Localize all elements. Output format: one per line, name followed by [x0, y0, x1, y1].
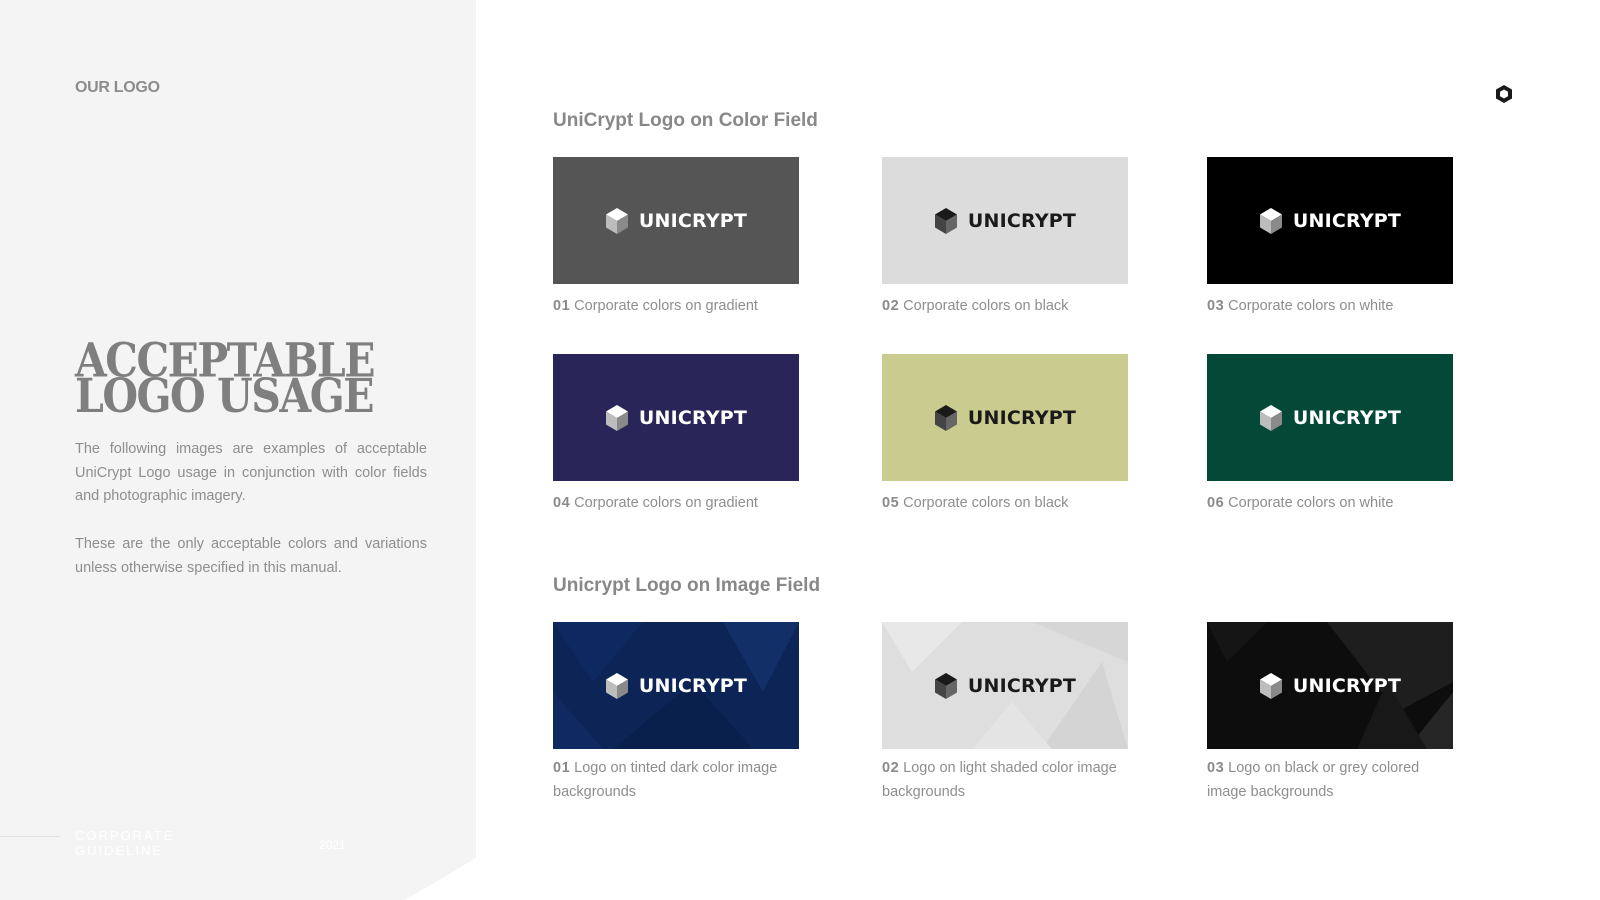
color-field-logo-tile-02: UNICRYPT: [882, 157, 1128, 284]
unicrypt-wordmark: UNICRYPT: [638, 674, 748, 697]
image-field-logo-tile-01: UNICRYPT: [553, 622, 799, 749]
image-field-caption-02: 02 Logo on light shaded color image back…: [882, 757, 1132, 804]
image-field-caption-03: 03 Logo on black or grey colored image b…: [1207, 757, 1457, 804]
unicrypt-hexagon-icon: [605, 404, 628, 431]
unicrypt-wordmark: UNICRYPT: [967, 209, 1077, 232]
caption-number: 06: [1207, 495, 1225, 511]
unicrypt-logo: UNICRYPT: [934, 404, 1076, 432]
color-field-caption-05: 05 Corporate colors on black: [882, 492, 1132, 516]
unicrypt-logo: UNICRYPT: [605, 207, 747, 235]
unicrypt-hexagon-icon: [934, 404, 957, 431]
unicrypt-wordmark: UNICRYPT: [1292, 674, 1402, 697]
color-field-heading: UniCrypt Logo on Color Field: [553, 110, 818, 131]
unicrypt-wordmark: UNICRYPT: [967, 674, 1077, 697]
color-field-logo-tile-04: UNICRYPT: [553, 354, 799, 481]
unicrypt-hexagon-icon: [1259, 207, 1282, 234]
footer-divider: [0, 836, 60, 837]
unicrypt-logo: UNICRYPT: [934, 672, 1076, 700]
note-paragraph: These are the only acceptable colors and…: [75, 536, 427, 576]
color-field-logo-tile-03: UNICRYPT: [1207, 157, 1453, 284]
color-field-caption-04: 04 Corporate colors on gradient: [553, 492, 803, 516]
image-field-logo-tile-03: UNICRYPT: [1207, 622, 1453, 749]
image-field-caption-01: 01 Logo on tinted dark color image backg…: [553, 757, 803, 804]
unicrypt-wordmark: UNICRYPT: [967, 406, 1077, 429]
unicrypt-wordmark: UNICRYPT: [1292, 406, 1402, 429]
page-title: ACCEPTABLE LOGO USAGE: [75, 337, 435, 424]
image-field-heading: Unicrypt Logo on Image Field: [553, 575, 821, 596]
image-field-logo-tile-02: UNICRYPT: [882, 622, 1128, 749]
page-title-line-2: LOGO USAGE: [75, 368, 375, 424]
footer-guideline-label: CORPORATE GUIDELINE: [75, 828, 175, 858]
caption-text: Logo on light shaded color image backgro…: [882, 760, 1117, 800]
caption-number: 03: [1207, 760, 1225, 776]
caption-number: 04: [553, 495, 571, 511]
caption-text: Corporate colors on gradient: [570, 298, 758, 314]
caption-text: Corporate colors on gradient: [570, 495, 758, 511]
color-field-caption-01: 01 Corporate colors on gradient: [553, 295, 803, 319]
color-field-logo-tile-06: UNICRYPT: [1207, 354, 1453, 481]
intro-paragraph: The following images are examples of acc…: [75, 441, 427, 504]
unicrypt-wordmark: UNICRYPT: [638, 406, 748, 429]
color-field-logo-tile-01: UNICRYPT: [553, 157, 799, 284]
unicrypt-logo: UNICRYPT: [934, 207, 1076, 235]
unicrypt-wordmark: UNICRYPT: [1292, 209, 1402, 232]
color-field-logo-tile-05: UNICRYPT: [882, 354, 1128, 481]
unicrypt-hexagon-icon: [605, 672, 628, 699]
hexagon-logo-icon: [1496, 85, 1512, 103]
caption-number: 01: [553, 760, 571, 776]
unicrypt-hexagon-icon: [1259, 672, 1282, 699]
color-field-caption-02: 02 Corporate colors on black: [882, 295, 1132, 319]
footer-year: 2021: [319, 838, 346, 852]
unicrypt-hexagon-icon: [934, 672, 957, 699]
caption-number: 02: [882, 298, 900, 314]
caption-text: Logo on black or grey colored image back…: [1207, 760, 1420, 800]
section-label: OUR LOGO: [75, 79, 160, 96]
unicrypt-logo: UNICRYPT: [1259, 672, 1401, 700]
caption-text: Logo on tinted dark color image backgrou…: [553, 760, 778, 800]
caption-number: 05: [882, 495, 900, 511]
caption-text: Corporate colors on black: [899, 298, 1069, 314]
unicrypt-logo: UNICRYPT: [605, 404, 747, 432]
caption-text: Corporate colors on white: [1224, 298, 1394, 314]
unicrypt-logo: UNICRYPT: [1259, 404, 1401, 432]
caption-text: Corporate colors on white: [1224, 495, 1394, 511]
unicrypt-hexagon-icon: [605, 207, 628, 234]
caption-number: 03: [1207, 298, 1225, 314]
unicrypt-hexagon-icon: [1259, 404, 1282, 431]
unicrypt-logo: UNICRYPT: [1259, 207, 1401, 235]
caption-text: Corporate colors on black: [899, 495, 1069, 511]
color-field-caption-03: 03 Corporate colors on white: [1207, 295, 1457, 319]
caption-number: 02: [882, 760, 900, 776]
unicrypt-hexagon-icon: [934, 207, 957, 234]
color-field-caption-06: 06 Corporate colors on white: [1207, 492, 1457, 516]
unicrypt-logo: UNICRYPT: [605, 672, 747, 700]
caption-number: 01: [553, 298, 571, 314]
unicrypt-wordmark: UNICRYPT: [638, 209, 748, 232]
